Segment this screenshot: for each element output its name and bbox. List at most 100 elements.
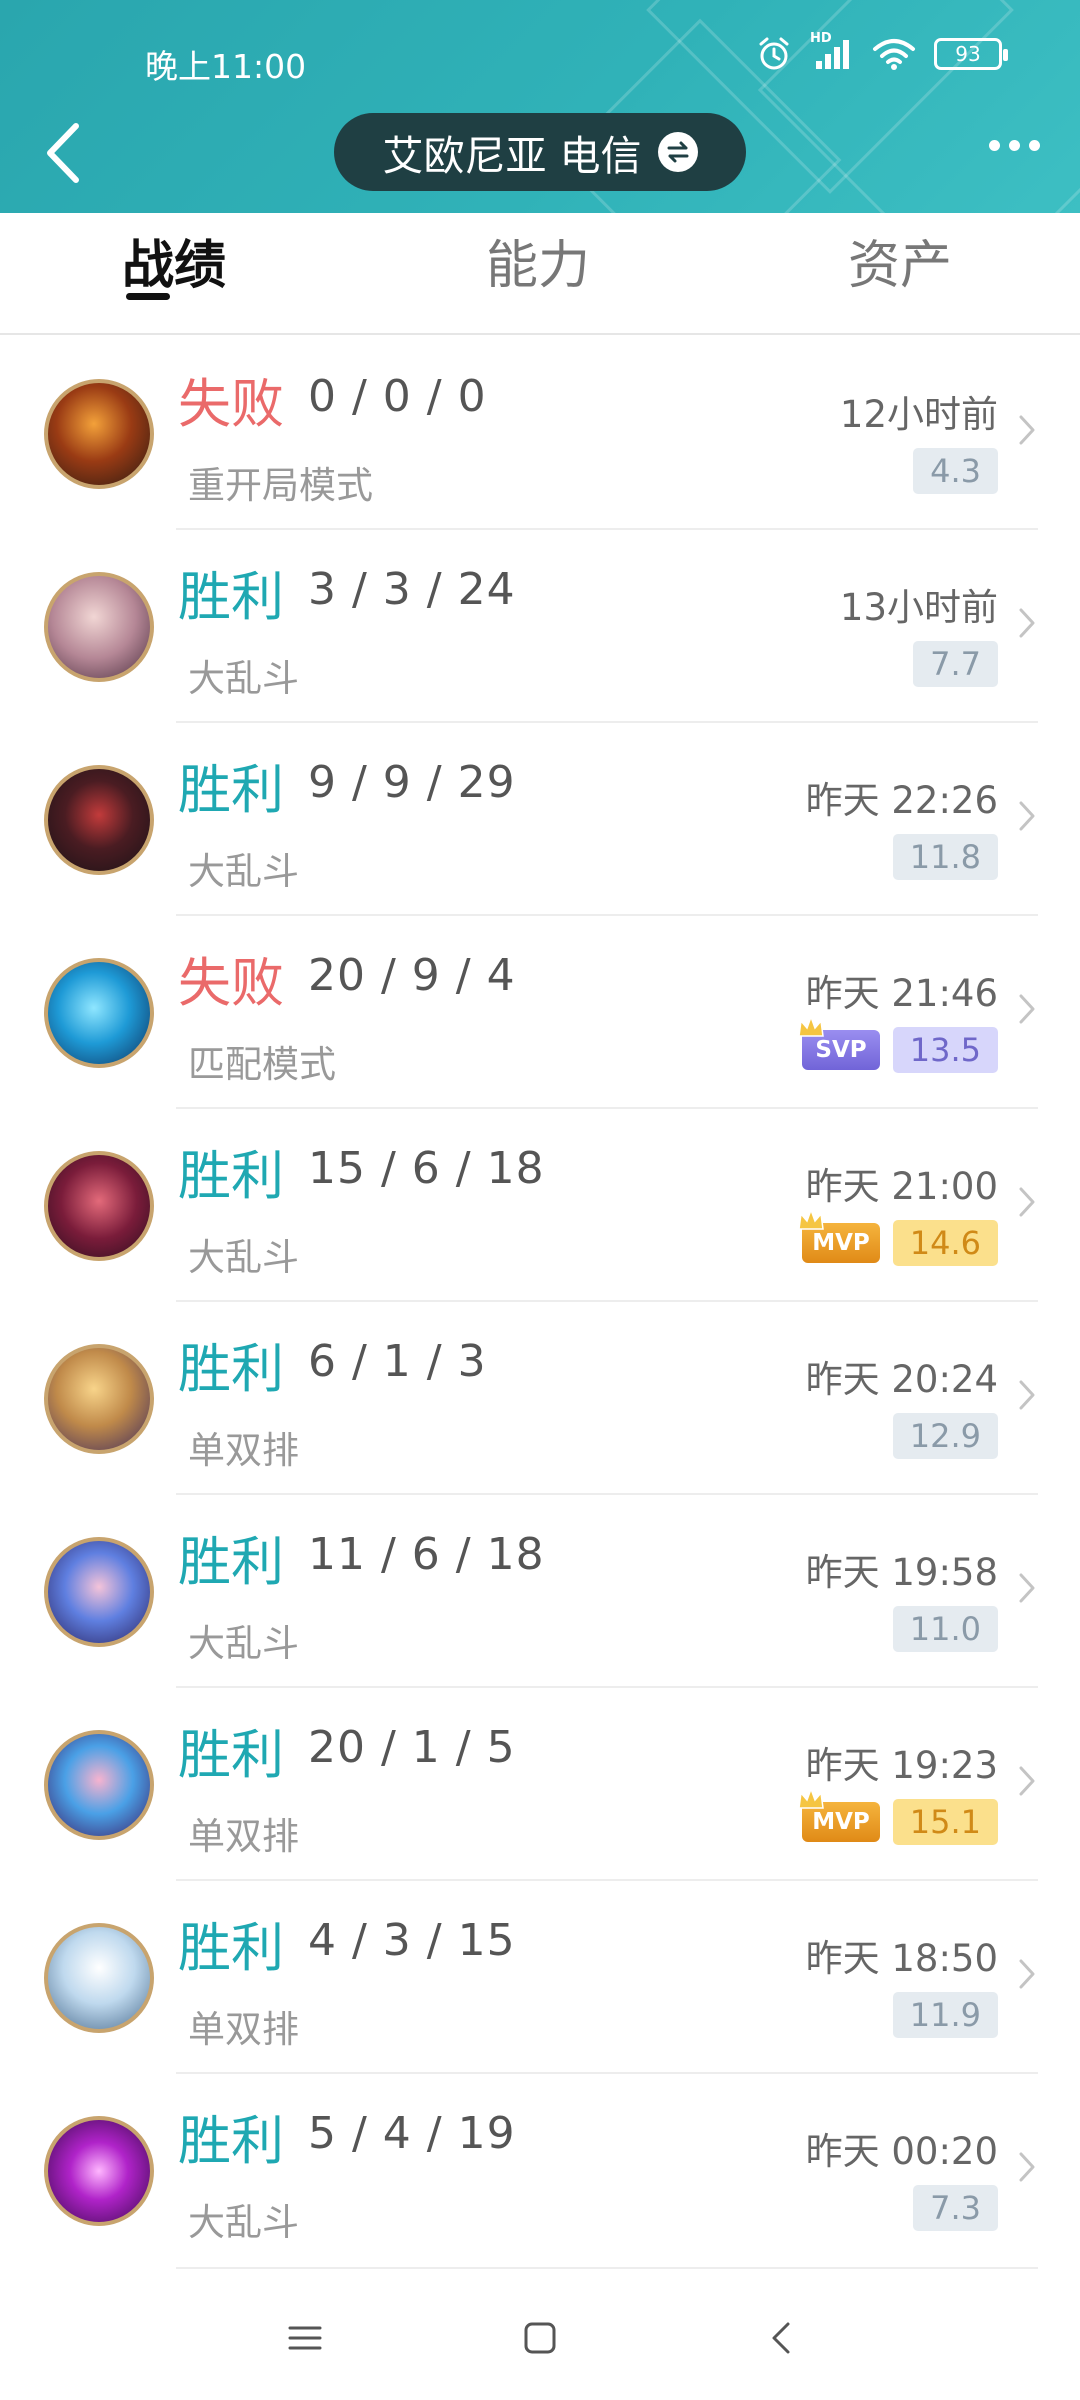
- status-time: 晚上11:00: [145, 47, 307, 86]
- match-time: 13小时前: [839, 586, 998, 629]
- chevron-right-icon: [1019, 1766, 1035, 1796]
- match-row[interactable]: 失败 20 / 9 / 4 匹配模式 昨天 21:46 SVP 13.5: [0, 916, 1080, 1109]
- match-list: 失败 0 / 0 / 0 重开局模式 12小时前 4.3 胜利 3 / 3 / 24 大乱斗 1…: [0, 337, 1080, 2269]
- match-time: 昨天 21:46: [805, 972, 998, 1015]
- battery-icon: 93: [934, 38, 1008, 70]
- match-row[interactable]: 胜利 5 / 4 / 19 大乱斗 昨天 00:20 7.3: [0, 2074, 1080, 2269]
- header-bar: 晚上11:00 HD 93 艾欧尼亚 电信: [0, 0, 1080, 213]
- game-mode: 单双排: [188, 1815, 299, 1858]
- game-mode: 大乱斗: [188, 2201, 299, 2244]
- kda-text: 6 / 1 / 3: [308, 1336, 487, 1387]
- score-badge: 12.9: [892, 1413, 998, 1459]
- more-dot-icon: [1009, 140, 1020, 151]
- match-time: 昨天 00:20: [805, 2130, 998, 2173]
- chevron-right-icon: [1019, 801, 1035, 831]
- match-row[interactable]: 胜利 6 / 1 / 3 单双排 昨天 20:24 12.9: [0, 1302, 1080, 1495]
- tab-assets[interactable]: 资产: [848, 223, 952, 298]
- game-mode: 大乱斗: [188, 850, 299, 893]
- kda-text: 20 / 9 / 4: [308, 950, 516, 1001]
- more-dot-icon: [1029, 140, 1040, 151]
- match-row[interactable]: 胜利 9 / 9 / 29 大乱斗 昨天 22:26 11.8: [0, 723, 1080, 916]
- server-switch-button[interactable]: 艾欧尼亚 电信: [334, 113, 746, 191]
- chevron-left-icon: [47, 123, 79, 183]
- system-back-button[interactable]: [756, 2313, 806, 2363]
- champion-avatar: [44, 1344, 154, 1454]
- match-result: 胜利: [178, 2111, 284, 2172]
- champion-avatar: [44, 958, 154, 1068]
- chevron-right-icon: [1019, 1573, 1035, 1603]
- champion-avatar: [44, 1537, 154, 1647]
- score-badge: 4.3: [913, 448, 998, 494]
- match-time: 昨天 21:00: [805, 1165, 998, 1208]
- game-mode: 单双排: [188, 1429, 299, 1472]
- alarm-icon: [759, 37, 789, 70]
- match-row[interactable]: 胜利 11 / 6 / 18 大乱斗 昨天 19:58 11.0: [0, 1495, 1080, 1688]
- kda-text: 5 / 4 / 19: [308, 2108, 516, 2159]
- match-result: 失败: [178, 953, 284, 1014]
- match-result: 胜利: [178, 1339, 284, 1400]
- match-result: 胜利: [178, 760, 284, 821]
- menu-icon: [288, 2326, 322, 2350]
- menu-button[interactable]: [280, 2313, 330, 2363]
- match-row[interactable]: 胜利 4 / 3 / 15 单双排 昨天 18:50 11.9: [0, 1881, 1080, 2074]
- kda-text: 15 / 6 / 18: [308, 1143, 545, 1194]
- champion-avatar: [44, 572, 154, 682]
- score-badge: 7.3: [913, 2185, 998, 2231]
- score-badge: 15.1: [892, 1799, 998, 1845]
- chevron-right-icon: [1019, 1187, 1035, 1217]
- more-dot-icon: [989, 140, 1000, 151]
- champion-avatar: [44, 379, 154, 489]
- badge-label: MVP: [812, 1230, 870, 1256]
- chevron-right-icon: [1019, 2152, 1035, 2182]
- kda-text: 9 / 9 / 29: [308, 757, 516, 808]
- signal-icon: HD: [810, 31, 854, 71]
- home-button[interactable]: [515, 2313, 565, 2363]
- score-badge: 11.9: [892, 1992, 998, 2038]
- tab-bar: 战绩 能力 资产: [0, 213, 1080, 335]
- kda-text: 3 / 3 / 24: [308, 564, 516, 615]
- score-badge: 7.7: [913, 641, 998, 687]
- server-name: 艾欧尼亚 电信: [382, 132, 642, 180]
- match-row[interactable]: 胜利 20 / 1 / 5 单双排 昨天 19:23 MVP 15.1: [0, 1688, 1080, 1881]
- crown-icon: [798, 1207, 824, 1230]
- status-icons: HD 93: [756, 31, 1008, 72]
- badge-label: SVP: [815, 1037, 867, 1063]
- match-result: 胜利: [178, 1146, 284, 1207]
- game-mode: 单双排: [188, 2008, 299, 2051]
- tab-record[interactable]: 战绩: [122, 223, 226, 298]
- badge-label: MVP: [812, 1809, 870, 1835]
- crown-icon: [798, 1014, 824, 1037]
- game-mode: 大乱斗: [188, 1236, 299, 1279]
- swap-icon: [657, 132, 698, 172]
- match-time: 昨天 18:50: [805, 1937, 998, 1980]
- match-time: 12小时前: [839, 393, 998, 436]
- row-divider: [176, 2267, 1038, 2269]
- score-badge: 13.5: [892, 1027, 998, 1073]
- kda-text: 4 / 3 / 15: [308, 1915, 516, 1966]
- back-triangle-icon: [772, 2322, 790, 2354]
- champion-avatar: [44, 2116, 154, 2226]
- tab-ability[interactable]: 能力: [486, 223, 590, 298]
- champion-avatar: [44, 765, 154, 875]
- match-row[interactable]: 胜利 15 / 6 / 18 大乱斗 昨天 21:00 MVP 14.6: [0, 1109, 1080, 1302]
- crown-icon: [798, 1786, 824, 1809]
- game-mode: 重开局模式: [188, 464, 373, 507]
- kda-text: 20 / 1 / 5: [308, 1722, 516, 1773]
- match-row[interactable]: 失败 0 / 0 / 0 重开局模式 12小时前 4.3: [0, 337, 1080, 530]
- kda-text: 0 / 0 / 0: [308, 371, 487, 422]
- active-tab-indicator: [126, 293, 170, 300]
- match-time: 昨天 20:24: [805, 1358, 998, 1401]
- more-options-button[interactable]: [989, 140, 1040, 151]
- match-time: 昨天 22:26: [805, 779, 998, 822]
- score-badge: 11.8: [892, 834, 998, 880]
- champion-avatar: [44, 1923, 154, 2033]
- champion-avatar: [44, 1730, 154, 1840]
- score-badge: 14.6: [892, 1220, 998, 1266]
- chevron-right-icon: [1019, 608, 1035, 638]
- match-result: 胜利: [178, 1918, 284, 1979]
- match-time: 昨天 19:58: [805, 1551, 998, 1594]
- game-mode: 大乱斗: [188, 1622, 299, 1665]
- match-result: 失败: [178, 374, 284, 435]
- match-row[interactable]: 胜利 3 / 3 / 24 大乱斗 13小时前 7.7: [0, 530, 1080, 723]
- back-button[interactable]: [40, 118, 90, 188]
